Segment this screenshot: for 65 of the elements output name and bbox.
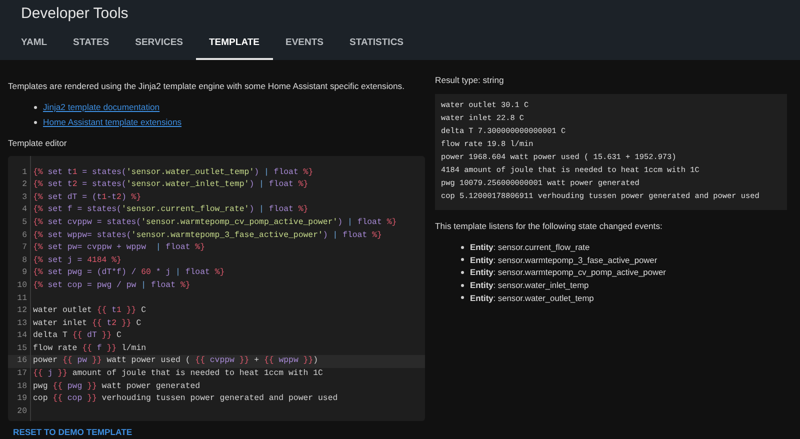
- line-number: 18: [17, 380, 27, 393]
- code-line: {% set dT = (t1-t2) %}: [32, 192, 142, 204]
- line-number: 12: [17, 305, 27, 318]
- line-number: 7: [22, 242, 27, 254]
- code-line: {% set pwg = (dT*f) / 60 * j | float %}: [32, 267, 225, 280]
- entity-item: Entity: sensor.warmtepomp_3_fase_active_power: [470, 254, 658, 266]
- tab[interactable]: STATES: [60, 28, 122, 60]
- intro-text: Templates are rendered using the Jinja2 template engine with some Home Assistant specific extensions.: [8, 80, 406, 93]
- code-line: flow rate {{ f }} l/min: [32, 342, 146, 355]
- code-line: {% set j = 4184 %}: [32, 254, 122, 267]
- code-line: {% set f = states('sensor.current_flow_rate') | float %}: [32, 204, 308, 216]
- entity-item: Entity: sensor.water_outlet_temp: [470, 292, 594, 304]
- entity-item: Entity: sensor.water_inlet_temp: [470, 278, 589, 292]
- bullet-icon: [461, 296, 464, 300]
- tab[interactable]: EVENTS: [272, 28, 337, 60]
- bullet-icon: [34, 106, 37, 109]
- line-number: 17: [17, 368, 27, 380]
- line-number: 3: [22, 192, 27, 204]
- line-number: 2: [22, 179, 27, 192]
- line-number: 1: [22, 166, 27, 179]
- bullet-icon: [461, 246, 464, 249]
- code-line: delta T {{ dT }} C: [32, 330, 122, 342]
- code-line: power {{ pw }} watt power used ( {{ cvppw }} + {{ wppw }}): [32, 355, 318, 368]
- line-number: 19: [17, 393, 27, 406]
- code-line: {% set pw= cvppw + wppw | float %}: [32, 242, 205, 254]
- code-line: water inlet {{ t2 }} C: [32, 318, 142, 330]
- bullet-icon: [34, 120, 37, 124]
- line-number: 16: [17, 355, 27, 368]
- line-number: 15: [17, 342, 27, 355]
- code-line: water outlet {{ t1 }} C: [32, 305, 146, 318]
- bullet-icon: [461, 271, 464, 274]
- tab[interactable]: YAML: [8, 28, 60, 60]
- entity-item: Entity: sensor.warmtepomp_cv_pomp_active_power: [470, 266, 666, 279]
- editor-title: Template editor: [8, 136, 68, 150]
- code-line: {% set t2 = states('sensor.water_inlet_temp') | float %}: [32, 179, 308, 192]
- tab[interactable]: STATISTICS: [336, 28, 417, 60]
- doc-link[interactable]: Home Assistant template extensions: [43, 116, 182, 129]
- reset-button[interactable]: RESET TO DEMO TEMPLATE: [8, 426, 138, 438]
- line-number: 8: [22, 254, 27, 267]
- line-number: 11: [17, 292, 27, 304]
- page-title: Developer Tools: [21, 4, 128, 24]
- code-editor[interactable]: [8, 156, 425, 421]
- line-number: 13: [17, 318, 27, 330]
- line-number: 14: [17, 330, 27, 342]
- line-number: 6: [22, 230, 27, 242]
- result-type: Result type: string: [435, 74, 505, 87]
- doc-link[interactable]: Jinja2 template documentation: [43, 100, 160, 114]
- entity-item: Entity: sensor.current_flow_rate: [470, 240, 590, 254]
- bullet-icon: [461, 284, 464, 287]
- code-line: {% set cvppw = states('sensor.warmtepomp_cv_pomp_active_power') | float %}: [32, 216, 397, 229]
- code-line: cop {{ cop }} verhouding tussen power generated and power used: [32, 393, 338, 406]
- listens-heading: This template listens for the following state changed events:: [435, 220, 664, 233]
- code-line: pwg {{ pwg }} watt power generated: [32, 380, 200, 393]
- line-number: 20: [17, 406, 27, 418]
- code-line: {{ j }} amount of joule that is needed to heat 1ccm with 1C: [32, 368, 323, 380]
- line-number: 10: [17, 280, 27, 292]
- tab[interactable]: TEMPLATE: [196, 28, 272, 60]
- bullet-icon: [461, 258, 464, 262]
- tab[interactable]: SERVICES: [122, 28, 196, 60]
- line-number: 4: [22, 204, 27, 216]
- code-line: {% set wppw= states('sensor.warmtepomp_3_fase_active_power') | float %}: [32, 230, 382, 242]
- code-line: {% set cop = pwg / pw | float %}: [32, 280, 190, 292]
- line-number: 5: [22, 216, 27, 229]
- code-line: {% set t1 = states('sensor.water_outlet_temp') | float %}: [32, 166, 314, 179]
- line-number: 9: [22, 267, 27, 280]
